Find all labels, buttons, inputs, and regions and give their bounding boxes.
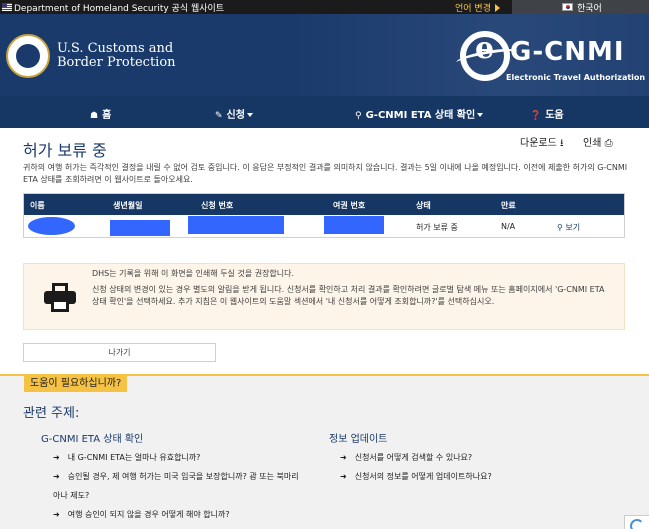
brand-name: G-CNMI [510,37,625,67]
help-section: 도움이 필요하십니까? 관련 주제: G-CNMI ETA 상태 확인 ➜ 내 G… [0,374,649,529]
language-change-label: 언어 변경 [455,4,491,14]
agency-name-line2: Border Protection [57,55,176,70]
us-flag-icon [2,3,12,11]
home-icon: ☗ [90,111,99,121]
redacted-passport-number [324,216,384,234]
site-header: U.S. Customs and Border Protection G-CNM… [0,14,649,96]
related-link-validity[interactable]: ➜ 내 G-CNMI ETA는 얼마나 유효합니까? [53,452,200,463]
gcnmi-logo[interactable]: G-CNMI Electronic Travel Authorization [455,31,649,93]
nav-apply[interactable]: ✎ 신청 [215,106,253,121]
col-header-application-number: 신청 번호 [201,201,234,210]
col-header-expiry: 만료 [501,201,516,210]
related-link-label: 내 G-CNMI ETA는 얼마나 유효합니까? [67,453,201,462]
table-row: 허가 보류 중 N/A ⚲ 보기 [24,215,624,237]
related-link-label: 승인될 경우, 제 여행 허가는 미국 입국을 보장합니까? 괌 또는 북마리 [67,472,299,481]
print-link[interactable]: 인쇄 ⎙ [583,134,613,149]
redacted-name [28,217,75,235]
agency-name[interactable]: U.S. Customs and Border Protection [57,42,176,70]
related-link-label: 여행 승인이 되지 않을 경우 어떻게 해야 합니까? [67,510,230,519]
redacted-application-number [188,216,284,234]
brand-subtitle: Electronic Travel Authorization [506,73,646,82]
help-tag: 도움이 필요하십니까? [24,376,128,392]
caret-down-icon [477,113,484,117]
status-value: 허가 보류 중 [416,223,458,232]
expiry-value: N/A [501,222,516,231]
current-language-label[interactable]: 한국어 [577,1,602,14]
nav-status[interactable]: ⚲ G-CNMI ETA 상태 확인 [355,106,484,121]
related-topics-heading: 관련 주제: [23,406,80,421]
page-title: 허가 보류 중 [23,141,107,160]
download-link[interactable]: 다운로드 ⭳ [520,134,564,153]
print-icon: ⎙ [604,138,613,149]
nav-status-label: G-CNMI ETA 상태 확인 [365,110,476,121]
related-col2-title[interactable]: 정보 업데이트 [329,430,387,445]
related-link-label: 신청서를 어떻게 검색할 수 있나요? [354,453,473,462]
nav-home[interactable]: ☗ 홈 [90,106,111,121]
related-link-entry-guarantee-wrap[interactable]: 아나 제도? [53,490,89,501]
view-link[interactable]: ⚲ 보기 [557,222,580,233]
gov-banner: Department of Homeland Security 공식 웹사이트 … [0,0,649,14]
table-header: 이름 생년월일 신청 번호 여권 번호 상태 만료 [24,194,624,215]
recaptcha-badge-icon[interactable] [624,515,649,529]
printer-icon [44,283,76,312]
main-nav: ☗ 홈 ✎ 신청 ⚲ G-CNMI ETA 상태 확인 ❓ 도움 [0,96,649,128]
nav-help-label: 도움 [545,110,564,121]
question-icon: ❓ [530,111,542,121]
download-icon: ⭳ [560,138,564,149]
page-description: 귀하의 여행 허가는 즉각적인 결정을 내릴 수 없어 검토 중입니다. 이 응… [23,163,628,184]
notice-line1: DHS는 기록을 위해 이 화면을 인쇄해 두실 것을 권장합니다. [92,269,295,278]
related-link-update-application[interactable]: ➜ 신청서의 정보를 어떻게 업데이트하나요? [340,471,492,482]
col-header-status: 상태 [416,201,431,210]
related-link-entry-guarantee[interactable]: ➜ 승인될 경우, 제 여행 허가는 미국 입국을 보장합니까? 괌 또는 북마리 [53,471,299,482]
language-change-link[interactable]: 언어 변경 [455,1,500,14]
redacted-dob [110,220,170,236]
arrow-right-icon: ➜ [53,510,60,519]
dhs-seal-icon[interactable] [6,34,50,78]
caret-down-icon [246,113,253,117]
search-icon: ⚲ [557,223,563,232]
col-header-dob: 생년월일 [113,201,143,210]
download-label: 다운로드 [520,138,557,149]
korea-flag-icon [562,3,573,11]
arrow-right-icon: ➜ [53,472,60,481]
nav-help[interactable]: ❓ 도움 [530,106,564,121]
related-link-not-approved[interactable]: ➜ 여행 승인이 되지 않을 경우 어떻게 해야 합니까? [53,509,230,520]
triangle-right-icon [494,4,500,12]
gov-banner-label: Department of Homeland Security 공식 웹사이트 [14,4,225,14]
print-label: 인쇄 [583,138,602,149]
notice-line2: 신청 상태의 변경이 있는 경우 별도의 알림을 받게 됩니다. 신청서를 확인… [92,285,605,306]
arrow-right-icon: ➜ [340,453,347,462]
search-icon: ⚲ [355,111,362,121]
nav-home-label: 홈 [102,110,112,121]
related-link-label: 신청서의 정보를 어떻게 업데이트하나요? [354,472,492,481]
related-col1-title[interactable]: G-CNMI ETA 상태 확인 [41,430,143,445]
nav-apply-label: 신청 [226,110,245,121]
view-link-label: 보기 [565,223,581,232]
pencil-icon: ✎ [215,111,223,121]
print-notice: DHS는 기록을 위해 이 화면을 인쇄해 두실 것을 권장합니다. 신청 상태… [23,263,625,330]
related-link-search-application[interactable]: ➜ 신청서를 어떻게 검색할 수 있나요? [340,452,472,463]
col-header-passport-number: 여권 번호 [333,201,366,210]
exit-button[interactable]: 나가기 [23,343,216,362]
arrow-right-icon: ➜ [53,453,60,462]
application-table: 이름 생년월일 신청 번호 여권 번호 상태 만료 허가 보류 중 N/A ⚲ … [23,193,625,238]
arrow-right-icon: ➜ [340,472,347,481]
col-header-name: 이름 [30,201,45,210]
agency-name-line1: U.S. Customs and [57,41,174,56]
